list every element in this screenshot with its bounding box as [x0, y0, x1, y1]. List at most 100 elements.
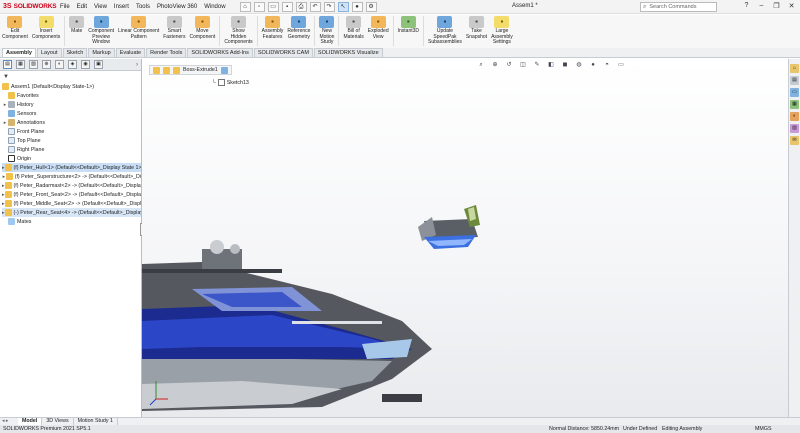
tab-layout[interactable]: Layout [37, 48, 62, 57]
restore-icon[interactable]: ❐ [772, 2, 781, 10]
tree-item[interactable]: Right Plane [2, 145, 141, 154]
select-icon[interactable]: ↖ [337, 1, 349, 12]
seat-component-model[interactable] [418, 205, 480, 249]
open-icon[interactable]: ▭ [267, 1, 279, 12]
tab-model[interactable]: Model [18, 418, 43, 425]
search-commands-box[interactable]: ⌕ Search Commands [640, 2, 717, 12]
filter-icon[interactable]: ▼ [3, 74, 9, 80]
show-hidden-button[interactable]: ▪ Show Hidden Components [222, 16, 254, 46]
chevron-right-icon[interactable]: › [136, 62, 138, 68]
speedpak-button[interactable]: ▪ Update SpeedPak Subassemblies [426, 16, 464, 46]
graphics-area[interactable]: Boss-Extrude1 └ Sketch13 ⌕ ⊕ ↺ ◫ ✎ ◧ ◼ ◍… [142, 59, 788, 417]
exploded-view-icon: ▪ [370, 16, 386, 28]
tab-motion-study[interactable]: Motion Study 1 [74, 418, 118, 425]
status-units[interactable]: MMGS [755, 426, 771, 432]
assembly-features-button[interactable]: ▪ Assembly Features [260, 16, 286, 40]
tree-item[interactable]: ▸ (f) Peter_Middle_Seat<2> -> (Default<<D… [2, 199, 141, 208]
yellow-tree-icon [4, 182, 12, 189]
edit-component-button[interactable]: ▪ Edit Component [0, 16, 30, 40]
bom-button[interactable]: ▪ Bill of Materials [341, 16, 365, 40]
tab-3d-views[interactable]: 3D Views [42, 418, 74, 425]
tree-item[interactable]: ▸ (f) Peter_Superstructure<2> -> (Default… [2, 172, 141, 181]
rebuild-icon[interactable]: ● [351, 1, 363, 12]
hull-model[interactable] [142, 240, 432, 411]
tree-item[interactable]: ▸ (f) Peter_Radarmast<2> -> (Default<<Def… [2, 181, 141, 190]
tree-item[interactable]: Mates [2, 217, 141, 226]
tree-item[interactable]: ▸ Annotations [2, 118, 141, 127]
feature-tree-tab-icon[interactable]: ▤ [3, 60, 12, 69]
tab-assembly[interactable]: Assembly [2, 48, 36, 57]
status-version: SOLIDWORKS Premium 2021 SP5.1 [3, 426, 91, 432]
insert-components-button[interactable]: ▪ Insert Components [30, 16, 62, 40]
print-icon[interactable]: ⎙ [295, 1, 307, 12]
instant3d-button[interactable]: ▪ Instant3D [396, 16, 421, 35]
solidworks-resources-icon[interactable]: ⌂ [790, 64, 799, 73]
move-component-button[interactable]: ▪ Move Component [187, 16, 217, 40]
tree-item[interactable]: ▸ (-) Peter_Rear_Seat<4> -> (Default<<Def… [2, 208, 141, 217]
solidworks-logo[interactable]: 3S SOLIDWORKS [0, 3, 57, 10]
cam-tools-tab-icon[interactable]: ▣ [94, 60, 103, 69]
file-explorer-icon[interactable]: ▭ [790, 88, 799, 97]
tree-filter[interactable]: ▼ [0, 71, 141, 82]
exploded-view-button[interactable]: ▪ Exploded View [366, 16, 391, 40]
menu-photoview-360[interactable]: PhotoView 360 [157, 4, 197, 10]
tree-item[interactable]: Top Plane [2, 136, 141, 145]
undo-icon[interactable]: ↶ [309, 1, 321, 12]
tree-item[interactable]: Favorites [2, 91, 141, 100]
new-document-icon[interactable]: ▫ [253, 1, 265, 12]
close-icon[interactable]: ✕ [787, 2, 796, 10]
preview-window-button[interactable]: ▪ Component Preview Window [86, 16, 116, 46]
view-palette-icon[interactable]: ▦ [790, 100, 799, 109]
property-manager-tab-icon[interactable]: ▦ [16, 60, 25, 69]
tree-item[interactable]: ▸ (f) Peter_Hull<1> (Default<<Default>_Di… [2, 163, 141, 172]
save-icon[interactable]: ▪ [281, 1, 293, 12]
display-manager-tab-icon[interactable]: ◐ [55, 60, 64, 69]
tree-item[interactable]: Front Plane [2, 127, 141, 136]
tree-item-label: Favorites [17, 92, 39, 99]
tree-item-label: History [17, 101, 34, 108]
dimxpert-tab-icon[interactable]: ⊕ [42, 60, 51, 69]
cam-operation-tab-icon[interactable]: ◉ [81, 60, 90, 69]
large-assembly-button[interactable]: ▪ Large Assembly Settings [489, 16, 515, 46]
menu-tools[interactable]: Tools [136, 4, 150, 10]
options-icon[interactable]: ⚙ [365, 1, 377, 12]
appearances-icon[interactable]: ◐ [790, 112, 799, 121]
mate-button[interactable]: ▪ Mate [67, 16, 86, 35]
cam-feature-tab-icon[interactable]: ◈ [68, 60, 77, 69]
tab-markup[interactable]: Markup [88, 48, 115, 57]
tab-evaluate[interactable]: Evaluate [115, 48, 146, 57]
yacht-model[interactable] [142, 59, 788, 417]
smart-fasteners-button[interactable]: ▪ Smart Fasteners [161, 16, 187, 40]
redo-icon[interactable]: ↷ [323, 1, 335, 12]
solidworks-forum-icon[interactable]: ✉ [790, 136, 799, 145]
tab-render-tools[interactable]: Render Tools [146, 48, 187, 57]
preview-window-icon: ▪ [93, 16, 109, 28]
tab-solidworks-cam[interactable]: SOLIDWORKS CAM [253, 48, 313, 57]
menu-window[interactable]: Window [204, 4, 225, 10]
tab-scroll-arrows-icon[interactable]: ◂ ▸ [2, 418, 8, 424]
tree-item[interactable]: ▸ History [2, 100, 141, 109]
design-library-icon[interactable]: ▤ [790, 76, 799, 85]
tab-solidworks-visualize[interactable]: SOLIDWORKS Visualize [313, 48, 383, 57]
tab-solidworks-add-ins[interactable]: SOLIDWORKS Add-Ins [187, 48, 253, 57]
tab-sketch[interactable]: Sketch [62, 48, 88, 57]
menu-view[interactable]: View [94, 4, 107, 10]
tree-item[interactable]: Origin [2, 154, 141, 163]
snapshot-button[interactable]: ▪ Take Snapshot [464, 16, 489, 40]
custom-properties-icon[interactable]: ▧ [790, 124, 799, 133]
ribbon-separator [423, 16, 425, 46]
configuration-manager-tab-icon[interactable]: ▧ [29, 60, 38, 69]
minimize-icon[interactable]: – [757, 2, 766, 10]
home-icon[interactable]: ⌂ [239, 1, 251, 12]
menu-file[interactable]: File [60, 4, 70, 10]
reference-geometry-button[interactable]: ▪ Reference Geometry [285, 16, 312, 40]
tree-item[interactable]: Sensors [2, 109, 141, 118]
tree-root[interactable]: Assem1 (Default<Display State-1>) [2, 82, 141, 91]
linear-pattern-button[interactable]: ▪ Linear Component Pattern [116, 16, 161, 40]
menu-edit[interactable]: Edit [77, 4, 87, 10]
tree-item[interactable]: ▸ (f) Peter_Front_Seat<2> -> (Default<<De… [2, 190, 141, 199]
help-icon[interactable]: ? [742, 2, 751, 10]
menu-insert[interactable]: Insert [114, 4, 129, 10]
tree-item-label: Origin [17, 155, 32, 162]
motion-study-button[interactable]: ▪ New Motion Study [317, 16, 336, 46]
